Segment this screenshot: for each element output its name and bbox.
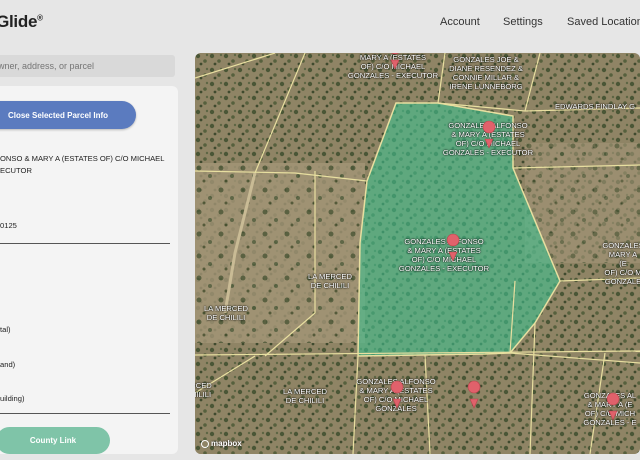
nav-settings-link[interactable]: Settings — [503, 16, 543, 28]
registered-mark: ® — [37, 13, 43, 23]
parcel-label: GONZALES ALFONSO & MARY A (ESTATES OF) C/O… — [442, 121, 534, 157]
parcel-id-value: 0125 — [0, 221, 17, 230]
search-bar — [0, 55, 175, 77]
parcel-label: GONZALES ALFONSO & MARY A (ESTATES OF) C/O… — [398, 237, 490, 273]
search-input[interactable] — [0, 55, 168, 77]
owner-name-line2: ECUTOR — [0, 166, 32, 175]
mapbox-label: mapbox — [211, 439, 242, 448]
parcel-label: GONZALES JOE & DIANE RESENDEZ & CONNIE MIL… — [449, 55, 523, 91]
parcel-info-panel — [0, 86, 178, 454]
parcel-label: GONZALES MARY A (E OF) C/O M GONZALE — [602, 241, 640, 286]
value-land-label: and) — [0, 360, 16, 369]
parcel-label: GONZALES ALFONSO & MARY A (ESTATES OF) C/O… — [356, 377, 436, 413]
divider — [0, 243, 170, 244]
app-logo[interactable]: dGlide® — [0, 12, 43, 32]
nav-account-link[interactable]: Account — [440, 16, 480, 28]
value-total-label: tal) — [0, 325, 11, 334]
close-parcel-info-button[interactable]: Close Selected Parcel Info — [0, 101, 136, 129]
parcel-label: MARY A (ESTATES OF) C/O MICHAEL GONZALES -… — [347, 53, 439, 80]
county-link-button[interactable]: County Link — [0, 427, 110, 454]
parcel-label: GONZALES AL & MARY A (E OF) C/O MICH GONZAL… — [583, 391, 637, 427]
logo-text: dGlide — [0, 12, 38, 31]
parcel-label: LA MERCED DE CHILILI — [204, 304, 248, 322]
divider — [0, 413, 170, 414]
parcel-label: LA MERCED DE CHILILI — [283, 387, 327, 405]
nav-saved-locations-link[interactable]: Saved Locations — [567, 16, 640, 28]
mapbox-attribution[interactable]: mapbox — [201, 439, 242, 448]
parcel-map[interactable]: MARY A (ESTATES OF) C/O MICHAEL GONZALES -… — [195, 53, 640, 454]
parcel-label: LA MERCED DE CHILILI — [308, 272, 352, 290]
parcel-label: RCEDHILILI — [195, 381, 212, 399]
parcel-label: EDWARDS FINDLAY G — [554, 102, 636, 111]
top-navigation-bar: dGlide® Account Settings Saved Locations — [0, 0, 640, 46]
value-building-label: uilding) — [0, 394, 25, 403]
mapbox-logo-icon — [201, 440, 209, 448]
